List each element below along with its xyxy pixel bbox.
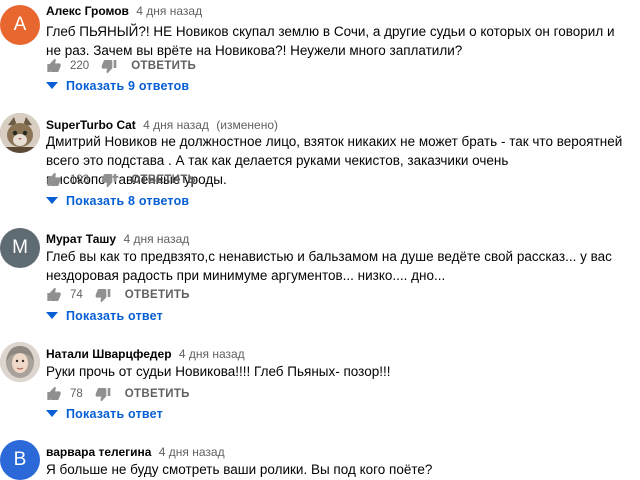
comment-header: Мурат Ташу 4 дня назад (46, 232, 189, 246)
view-replies-label: Показать 8 ответов (66, 194, 190, 208)
thumbs-down-icon[interactable] (95, 287, 111, 303)
portrait-avatar-icon (0, 342, 40, 382)
chevron-down-icon (46, 82, 58, 89)
thumbs-up-icon[interactable] (46, 386, 62, 402)
reply-button[interactable]: ОТВЕТИТЬ (131, 174, 196, 186)
like-count: 220 (70, 60, 90, 72)
comment-header: Натали Шварцфедер 4 дня назад (46, 347, 245, 361)
author-name[interactable]: варвара телегина (46, 445, 151, 459)
comment-text: Глеб ПЬЯНЫЙ?! НЕ Новиков скупал землю в … (46, 24, 615, 58)
cat-avatar-icon (0, 113, 40, 153)
avatar[interactable] (0, 113, 40, 153)
comment-toolbar: 193 ОТВЕТИТЬ (46, 170, 196, 190)
reply-button[interactable]: ОТВЕТИТЬ (125, 289, 190, 301)
view-replies-button[interactable]: Показать 9 ответов (46, 79, 189, 93)
comment-header: Алекс Громов 4 дня назад (46, 4, 202, 18)
like-count: 78 (70, 388, 83, 400)
thumbs-up-icon[interactable] (46, 172, 62, 188)
avatar[interactable]: B (0, 440, 40, 480)
chevron-down-icon (46, 197, 58, 204)
reply-button[interactable]: ОТВЕТИТЬ (125, 388, 190, 400)
view-replies-button[interactable]: Показать ответ (46, 407, 163, 421)
thumbs-down-icon[interactable] (95, 386, 111, 402)
reply-button[interactable]: ОТВЕТИТЬ (131, 60, 196, 72)
view-replies-button[interactable]: Показать 8 ответов (46, 194, 189, 208)
author-name[interactable]: SuperTurbo Cat (46, 118, 136, 132)
thumbs-down-icon[interactable] (101, 58, 117, 74)
author-name[interactable]: Натали Шварцфедер (46, 347, 172, 361)
avatar[interactable]: M (0, 228, 40, 268)
like-count: 193 (70, 174, 90, 186)
comment-text: Я больше не буду смотреть ваши ролики. В… (46, 462, 433, 477)
comment-toolbar: 74 ОТВЕТИТЬ (46, 285, 190, 305)
comment-header: SuperTurbo Cat 4 дня назад (изменено) (46, 118, 278, 132)
author-name[interactable]: Алекс Громов (46, 4, 129, 18)
comment-time[interactable]: 4 дня назад (123, 232, 189, 246)
view-replies-label: Показать 9 ответов (66, 79, 190, 93)
comment-time[interactable]: 4 дня назад (136, 4, 202, 18)
chevron-down-icon (46, 312, 58, 319)
avatar-letter: А (13, 14, 27, 35)
comment-toolbar: 220 ОТВЕТИТЬ (46, 56, 196, 76)
author-name[interactable]: Мурат Ташу (46, 232, 116, 246)
comment-toolbar: 78 ОТВЕТИТЬ (46, 384, 190, 404)
avatar-letter: M (12, 237, 28, 258)
like-count: 74 (70, 289, 83, 301)
view-replies-label: Показать ответ (66, 309, 163, 323)
thumbs-down-icon[interactable] (101, 172, 117, 188)
avatar[interactable] (0, 342, 40, 382)
comment-text: Глеб вы как то предвзято,с ненавистью и … (46, 249, 612, 283)
thumbs-up-icon[interactable] (46, 58, 62, 74)
comment-time[interactable]: 4 дня назад (179, 347, 245, 361)
chevron-down-icon (46, 410, 58, 417)
view-replies-button[interactable]: Показать ответ (46, 309, 163, 323)
comment-time[interactable]: 4 дня назад (143, 118, 209, 132)
comment-text: Руки прочь от судьи Новикова!!!! Глеб Пь… (46, 364, 391, 379)
comment-header: варвара телегина 4 дня назад (46, 445, 225, 459)
thumbs-up-icon[interactable] (46, 287, 62, 303)
avatar[interactable]: А (0, 5, 40, 45)
edited-label: (изменено) (216, 118, 279, 132)
comment-time[interactable]: 4 дня назад (159, 445, 225, 459)
view-replies-label: Показать ответ (66, 407, 163, 421)
avatar-letter: B (13, 449, 27, 470)
